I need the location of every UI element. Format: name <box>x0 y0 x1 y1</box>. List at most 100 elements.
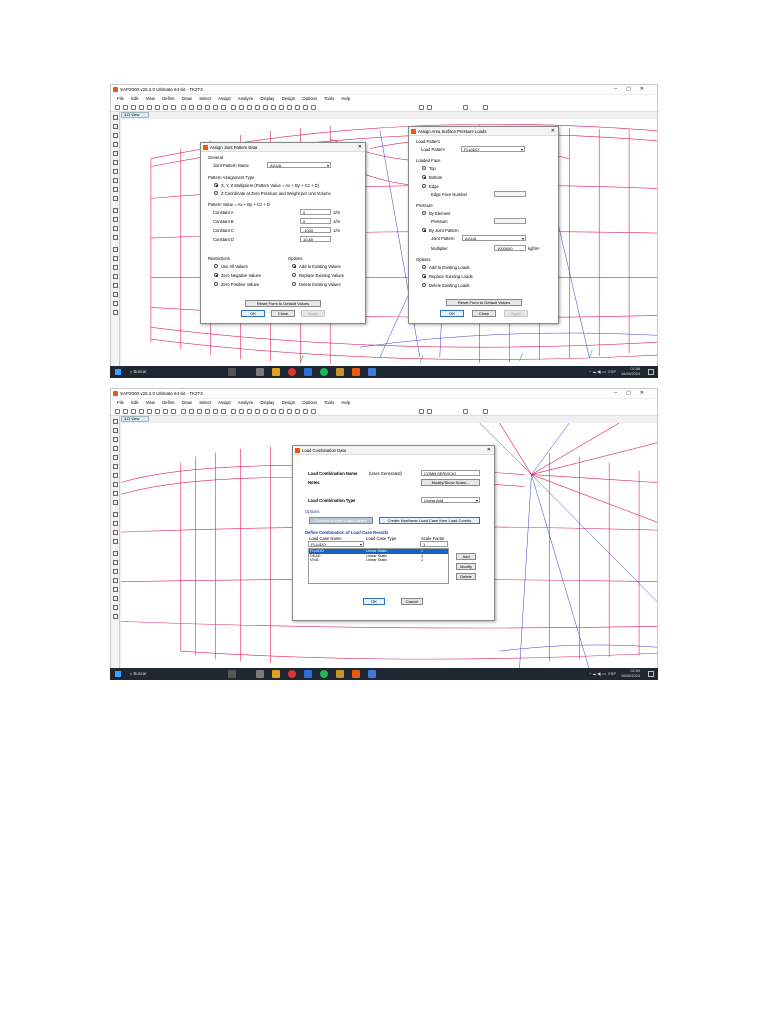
replace-existing-radio[interactable] <box>292 273 296 277</box>
menu-design[interactable]: Design <box>282 400 295 405</box>
save-icon[interactable] <box>131 409 136 414</box>
menu-tools[interactable]: Tools <box>324 96 334 101</box>
taskbar-search[interactable]: ⌕ Buscar <box>130 668 147 680</box>
select-previous-icon[interactable] <box>113 521 118 526</box>
quick-frame-icon[interactable] <box>113 455 118 460</box>
mail-icon[interactable] <box>304 670 312 678</box>
load-case-list[interactable]: FLUIDO Linear Static 1 DEAD Linear Stati… <box>308 548 449 584</box>
xyz-multipliers-radio[interactable] <box>214 183 218 187</box>
window-controls[interactable]: –▢✕ <box>614 85 653 94</box>
modify-notes-button[interactable]: Modify/Show Notes... <box>421 479 480 486</box>
zoom-window-icon[interactable] <box>181 409 186 414</box>
pattern-name-select[interactable]: AGUA <box>267 162 331 168</box>
reset-defaults-button[interactable]: Reset Form to Default Values <box>245 300 321 307</box>
add-existing-radio[interactable] <box>292 264 296 268</box>
zoom-in-icon[interactable] <box>189 409 194 414</box>
zoom-fit-icon[interactable] <box>205 409 210 414</box>
open-file-icon[interactable] <box>123 105 128 110</box>
joint-display-icon[interactable] <box>427 105 432 110</box>
menu-file[interactable]: File <box>117 96 124 101</box>
convert-to-user-combo-button[interactable]: Convert to User Load Combo <box>309 517 373 524</box>
select-previous-icon[interactable] <box>113 217 118 222</box>
move-up-icon[interactable] <box>279 105 284 110</box>
rotate-3d-icon[interactable] <box>231 105 236 110</box>
add-existing-loads-radio[interactable] <box>422 265 426 269</box>
landscape-widget-icon[interactable] <box>228 670 236 678</box>
delete-existing-radio[interactable] <box>292 282 296 286</box>
view-xz-icon[interactable] <box>255 105 260 110</box>
delete-existing-loads-radio[interactable] <box>422 283 426 287</box>
menu-analyze[interactable]: Analyze <box>238 96 253 101</box>
frame-display-icon[interactable] <box>463 409 468 414</box>
area-display-icon[interactable] <box>483 105 488 110</box>
snap-fine-grid-icon[interactable] <box>113 292 118 297</box>
snap-toggle-icon[interactable] <box>113 301 118 306</box>
constant-b-input[interactable]: 0 <box>300 218 331 224</box>
snap-perpendicular-icon[interactable] <box>113 578 118 583</box>
show-forces-icon[interactable] <box>311 105 316 110</box>
quick-frame-icon[interactable] <box>113 151 118 156</box>
open-file-icon[interactable] <box>123 409 128 414</box>
draw-rect-area-icon[interactable] <box>113 187 118 192</box>
system-tray-icons[interactable]: ^ ☁ ◀) ▭ <box>589 668 606 680</box>
draw-frame-icon[interactable] <box>113 142 118 147</box>
zoom-out-icon[interactable] <box>197 105 202 110</box>
move-down-icon[interactable] <box>287 409 292 414</box>
run-icon[interactable] <box>171 105 176 110</box>
face-bottom-radio[interactable] <box>422 175 426 179</box>
snap-clear-icon[interactable] <box>113 310 118 315</box>
view-xy-icon[interactable] <box>247 409 252 414</box>
menu-define[interactable]: Define <box>162 400 174 405</box>
scale-factor-input[interactable]: 1 <box>420 541 448 547</box>
pointer-icon[interactable] <box>113 115 118 120</box>
menu-help[interactable]: Help <box>341 96 350 101</box>
zoom-previous-icon[interactable] <box>213 105 218 110</box>
joint-display-icon[interactable] <box>427 409 432 414</box>
view-3d-icon[interactable] <box>239 105 244 110</box>
clear-selection-icon[interactable] <box>113 530 118 535</box>
cancel-button[interactable]: Cancel <box>401 598 423 605</box>
clear-selection-icon[interactable] <box>113 226 118 231</box>
word-icon[interactable] <box>368 670 376 678</box>
view-nv-icon[interactable] <box>271 105 276 110</box>
by-joint-pattern-radio[interactable] <box>422 228 426 232</box>
snap-lines-icon[interactable] <box>113 587 118 592</box>
menu-select[interactable]: Select <box>199 96 211 101</box>
windows-start-icon[interactable] <box>115 671 121 677</box>
gmail-icon[interactable] <box>336 368 344 376</box>
menu-help[interactable]: Help <box>341 400 350 405</box>
draw-rect-area-icon[interactable] <box>113 491 118 496</box>
apply-button[interactable]: Apply <box>504 310 528 317</box>
constant-d-input[interactable]: 10.85 <box>300 236 331 242</box>
show-deformed-icon[interactable] <box>303 105 308 110</box>
load-case-name-select[interactable]: FLUIDO <box>308 541 364 547</box>
view-tab-3d[interactable]: 3-D View <box>121 416 149 422</box>
draw-area-icon[interactable] <box>113 178 118 183</box>
menu-options[interactable]: Options <box>302 400 317 405</box>
undo-icon[interactable] <box>139 105 144 110</box>
view-xz-icon[interactable] <box>255 409 260 414</box>
undo-icon[interactable] <box>139 409 144 414</box>
close-button[interactable]: Close <box>472 310 496 317</box>
by-element-radio[interactable] <box>422 211 426 215</box>
zero-pressure-radio[interactable] <box>214 191 218 195</box>
zoom-fit-icon[interactable] <box>205 105 210 110</box>
snap-points-icon[interactable] <box>113 551 118 556</box>
windows-start-icon[interactable] <box>115 369 121 375</box>
constant-c-input[interactable]: -1000 <box>300 227 331 233</box>
notifications-icon[interactable] <box>648 671 654 677</box>
pan-icon[interactable] <box>221 105 226 110</box>
display-options-icon[interactable] <box>295 105 300 110</box>
reshape-icon[interactable] <box>113 428 118 433</box>
combo-type-select[interactable]: Linear Add <box>421 497 480 503</box>
taskbar-search[interactable]: ⌕ Buscar <box>130 366 147 378</box>
word-icon[interactable] <box>368 368 376 376</box>
sap2000-taskbar-icon[interactable] <box>352 368 360 376</box>
combo-name-input[interactable]: COMB SERVICIO <box>421 470 480 476</box>
replace-existing-loads-radio[interactable] <box>422 274 426 278</box>
new-file-icon[interactable] <box>115 105 120 110</box>
menu-assign[interactable]: Assign <box>218 96 231 101</box>
save-icon[interactable] <box>131 105 136 110</box>
ok-button[interactable]: OK <box>440 310 464 317</box>
file-explorer-icon[interactable] <box>272 368 280 376</box>
